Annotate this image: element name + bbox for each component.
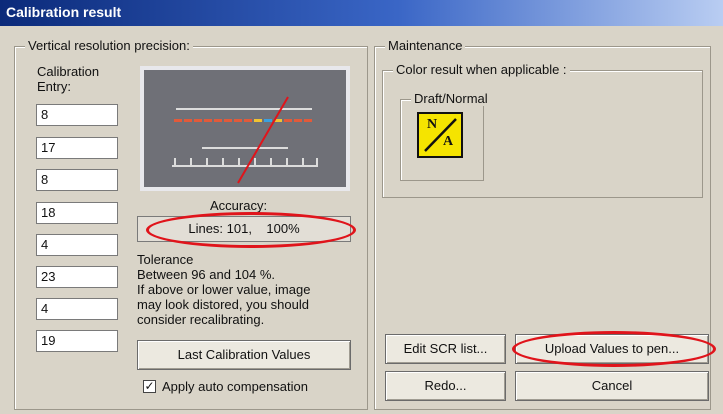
calibration-entry-4[interactable]: 18	[36, 202, 118, 224]
calibration-entry-2[interactable]: 17	[36, 137, 118, 159]
calibration-entry-1[interactable]: 8	[36, 104, 118, 126]
na-top-text: N	[427, 117, 438, 132]
window-title: Calibration result	[6, 4, 122, 20]
accuracy-readout: Lines: 101, 100%	[137, 216, 351, 242]
na-swatch: N A	[417, 112, 463, 158]
auto-compensation-checkbox[interactable]: ✓	[143, 380, 156, 393]
calibration-result-window: Calibration result Vertical resolution p…	[0, 0, 723, 414]
edit-scr-list-button[interactable]: Edit SCR list...	[385, 334, 506, 364]
na-slash-icon	[424, 118, 457, 152]
calibration-entry-8[interactable]: 19	[36, 330, 118, 352]
last-calibration-values-button[interactable]: Last Calibration Values	[137, 340, 351, 370]
color-result-legend: Color result when applicable :	[393, 62, 570, 77]
calibration-pattern-graphic	[144, 70, 346, 187]
cancel-button[interactable]: Cancel	[515, 371, 709, 401]
redo-button[interactable]: Redo...	[385, 371, 506, 401]
calibration-entry-7[interactable]: 4	[36, 298, 118, 320]
auto-compensation-label: Apply auto compensation	[162, 379, 308, 394]
calibration-entry-label: Calibration Entry:	[37, 64, 100, 94]
title-bar: Calibration result	[0, 0, 723, 26]
calibration-entry-6[interactable]: 23	[36, 266, 118, 288]
calibration-entry-3[interactable]: 8	[36, 169, 118, 191]
vertical-resolution-legend: Vertical resolution precision:	[25, 38, 193, 53]
maintenance-legend: Maintenance	[385, 38, 466, 53]
tolerance-text: Tolerance Between 96 and 104 %. If above…	[137, 252, 311, 327]
upload-values-button[interactable]: Upload Values to pen...	[515, 334, 709, 364]
calibration-entry-5[interactable]: 4	[36, 234, 118, 256]
draft-normal-legend: Draft/Normal	[411, 91, 491, 106]
accuracy-label: Accuracy:	[210, 198, 268, 213]
calibration-preview-image	[140, 66, 350, 191]
na-bottom-text: A	[443, 134, 454, 149]
